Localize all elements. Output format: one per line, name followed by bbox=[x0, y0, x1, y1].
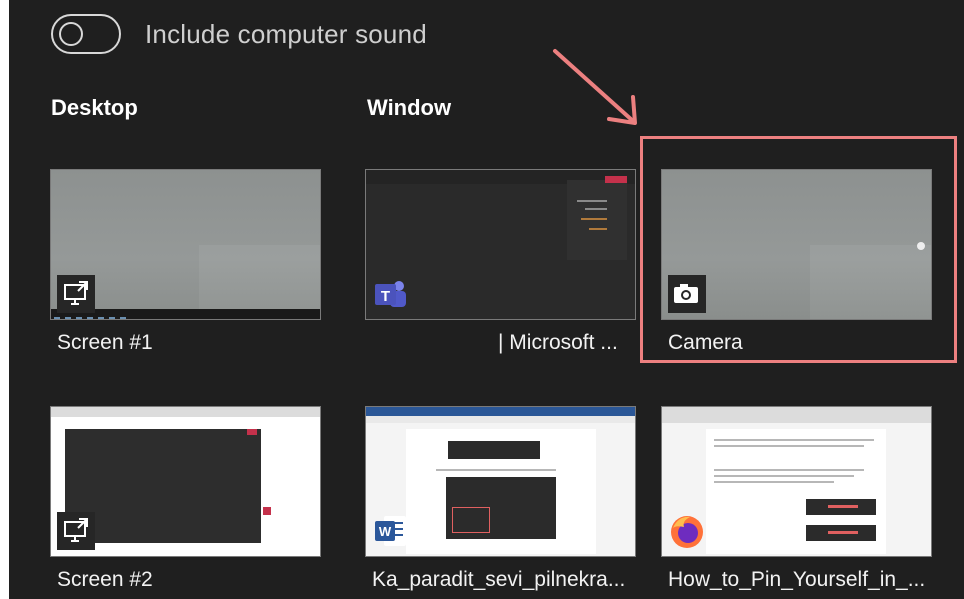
teams-window-tile[interactable]: T bbox=[365, 169, 636, 320]
screen-1-label: Screen #1 bbox=[57, 331, 153, 354]
word-window-label: Ka_paradit_sevi_pilnekra... bbox=[372, 568, 626, 591]
screen-1-tile[interactable] bbox=[50, 169, 321, 320]
include-sound-toggle[interactable] bbox=[51, 14, 121, 54]
desktop-heading: Desktop bbox=[51, 95, 138, 120]
teams-icon: T bbox=[372, 275, 410, 313]
include-sound-row: Include computer sound bbox=[51, 14, 427, 54]
firefox-icon bbox=[668, 512, 706, 550]
share-tray: Include computer sound Desktop Window Sc… bbox=[9, 0, 964, 599]
window-heading: Window bbox=[367, 95, 452, 120]
svg-text:W: W bbox=[379, 524, 392, 539]
include-sound-label: Include computer sound bbox=[145, 18, 427, 49]
share-screen-icon bbox=[57, 512, 95, 550]
teams-window-label: | Microsoft ... bbox=[498, 331, 618, 354]
svg-text:T: T bbox=[381, 288, 390, 305]
screen-2-tile[interactable] bbox=[50, 406, 321, 557]
screen-2-label: Screen #2 bbox=[57, 568, 153, 591]
word-icon: W bbox=[372, 512, 410, 550]
word-window-tile[interactable]: W bbox=[365, 406, 636, 557]
firefox-window-tile[interactable] bbox=[661, 406, 932, 557]
annotation-arrow-icon bbox=[553, 49, 637, 125]
firefox-window-label: How_to_Pin_Yourself_in_... bbox=[668, 568, 926, 591]
share-screen-icon bbox=[57, 275, 95, 313]
toggle-knob bbox=[59, 22, 83, 46]
camera-highlight-box bbox=[640, 136, 957, 363]
